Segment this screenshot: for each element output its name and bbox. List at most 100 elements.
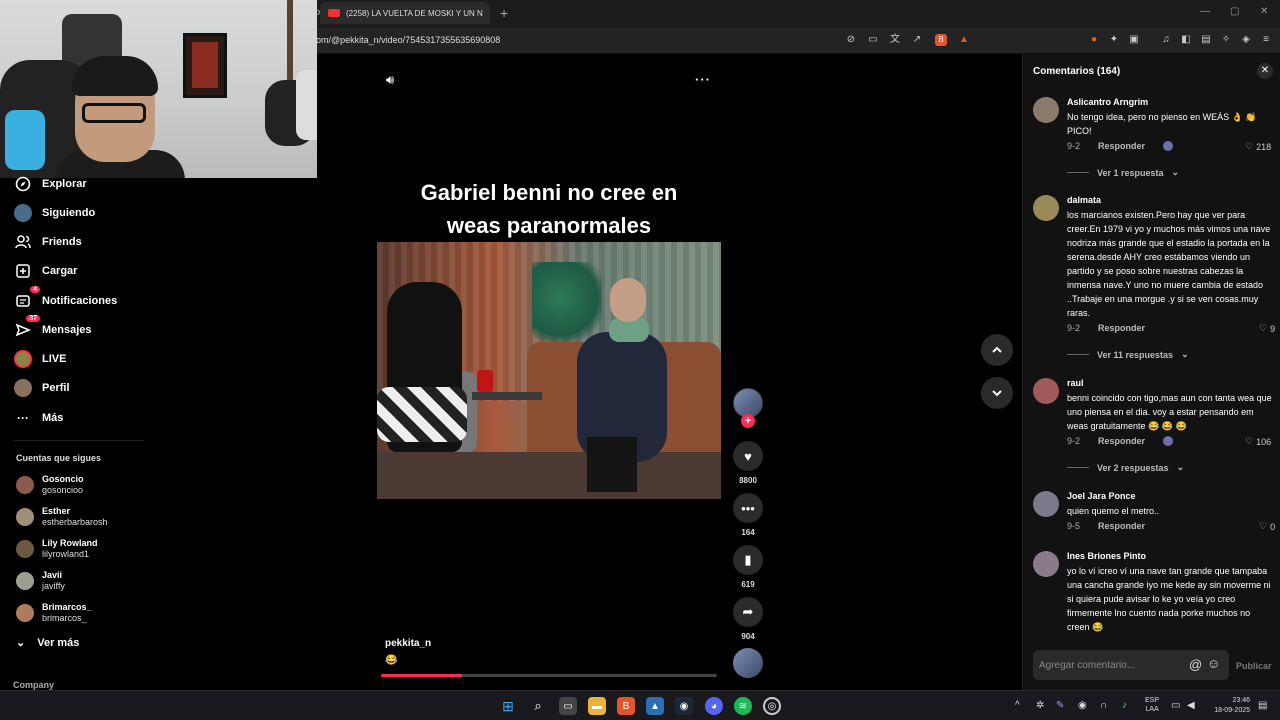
close-comments-button[interactable]: ✕ — [1257, 63, 1273, 79]
following-account[interactable]: Brimarcos_ brimarcos_ — [16, 602, 92, 624]
menu-icon[interactable]: ≡ — [1260, 34, 1272, 46]
minimize-icon[interactable]: — — [1200, 6, 1210, 17]
comment-button[interactable]: ••• — [733, 493, 763, 523]
spotify-icon[interactable]: ≋ — [734, 697, 752, 715]
previous-video-button[interactable] — [981, 334, 1013, 366]
comment-author[interactable]: Ines Briones Pinto — [1067, 551, 1146, 561]
maximize-icon[interactable]: ▢ — [1230, 6, 1239, 17]
sidebar-item-mas[interactable]: ··· Más — [14, 407, 63, 429]
brave-shield-icon[interactable]: B — [935, 34, 947, 46]
video-frame[interactable] — [377, 242, 721, 499]
cast-icon[interactable]: ▭ — [867, 34, 879, 46]
browser-tab[interactable]: (2258) LA VUELTA DE MOSKI Y UN N — [320, 2, 490, 24]
reply-button[interactable]: Responder — [1098, 323, 1145, 333]
tray-headset-icon[interactable]: ∩ — [1100, 700, 1107, 711]
follow-plus-icon[interactable]: + — [741, 414, 755, 428]
comments-panel: Comentarios (164) ✕ Aslicantro Arngrim N… — [1022, 54, 1280, 690]
post-comment-button[interactable]: Publicar — [1236, 661, 1272, 671]
sidebar-icon[interactable]: ◧ — [1180, 34, 1192, 46]
screenshot-icon[interactable]: ▣ — [1128, 34, 1140, 46]
mention-icon[interactable]: @ — [1189, 657, 1202, 672]
sidebar-item-live[interactable]: LIVE — [14, 348, 66, 370]
photos-icon[interactable]: ▲ — [646, 697, 664, 715]
video-author[interactable]: pekkita_n — [385, 638, 431, 649]
sidebar-item-friends[interactable]: Friends — [14, 231, 82, 253]
share-icon[interactable]: ↗ — [911, 34, 923, 46]
comment-like-button[interactable]: ♡ 0 — [1259, 521, 1275, 532]
flame-icon[interactable]: ● — [1088, 34, 1100, 46]
vpn-icon[interactable]: ◈ — [1240, 34, 1252, 46]
leo-icon[interactable]: ✧ — [1220, 34, 1232, 46]
more-options-icon[interactable]: ··· — [695, 72, 711, 87]
notification-center-icon[interactable]: ▤ — [1258, 700, 1267, 711]
brave-rewards-icon[interactable]: ▲ — [958, 34, 970, 46]
steam-icon[interactable]: ◉ — [675, 697, 693, 715]
discord-icon[interactable]: ◕ — [705, 697, 723, 715]
search-icon[interactable]: ⌕ — [529, 697, 547, 715]
following-account[interactable]: Javii javiffy — [16, 570, 65, 592]
avatar[interactable] — [1033, 97, 1059, 123]
comment-author[interactable]: Aslicantro Arngrim — [1067, 97, 1148, 107]
comment-author[interactable]: Joel Jara Ponce — [1067, 491, 1136, 501]
comment-input-box[interactable]: @ ☺ — [1033, 650, 1229, 680]
reply-button[interactable]: Responder — [1098, 436, 1145, 446]
comment-like-button[interactable]: ♡ 218 — [1245, 141, 1271, 152]
comment-like-button[interactable]: ♡ 9 — [1259, 323, 1275, 334]
translate-icon[interactable]: 文 — [889, 34, 901, 46]
network-icon[interactable]: ▭ — [1171, 700, 1180, 711]
following-account[interactable]: Esther estherbarbarosh — [16, 506, 108, 528]
share-button[interactable]: ➦ — [733, 597, 763, 627]
sidebar-item-perfil[interactable]: Perfil — [14, 377, 70, 399]
following-account[interactable]: Lily Rowland lilyrowland1 — [16, 538, 98, 560]
sidebar-item-explorar[interactable]: Explorar — [14, 173, 87, 195]
comment-author[interactable]: raul — [1067, 378, 1084, 388]
save-button[interactable]: ▮ — [733, 545, 763, 575]
avatar[interactable] — [1033, 195, 1059, 221]
sidebar-item-mensajes[interactable]: 37 Mensajes — [14, 315, 92, 341]
reply-button[interactable]: Responder — [1098, 521, 1145, 531]
music-icon[interactable]: ♫ — [1160, 34, 1172, 46]
extensions-icon[interactable]: ✦ — [1108, 34, 1120, 46]
url-text[interactable]: om/@pekkita_n/video/7545317355635690808 — [316, 35, 500, 45]
new-tab-icon[interactable]: + — [500, 5, 508, 21]
view-replies-button[interactable]: Ver 2 respuestas ⌄ — [1067, 462, 1184, 473]
sound-avatar[interactable] — [733, 648, 763, 678]
sidebar-item-siguiendo[interactable]: Siguiendo — [14, 202, 95, 224]
next-video-button[interactable] — [981, 377, 1013, 409]
like-button[interactable]: ♥ — [733, 441, 763, 471]
close-window-icon[interactable]: ✕ — [1260, 6, 1268, 17]
tray-mic-icon[interactable]: ♪ — [1122, 700, 1127, 711]
comment-item: Aslicantro Arngrim No tengo idea, pero n… — [1033, 97, 1277, 182]
no-video-icon[interactable]: ⊘ — [845, 34, 857, 46]
tray-app-icon[interactable]: ✲ — [1036, 700, 1044, 711]
avatar[interactable] — [1033, 378, 1059, 404]
tray-pen-icon[interactable]: ✎ — [1056, 700, 1064, 711]
video-progress-bar[interactable] — [381, 674, 717, 677]
brave-browser-icon[interactable]: B — [617, 697, 635, 715]
windows-start-icon[interactable]: ⊞ — [499, 697, 517, 715]
wallet-icon[interactable]: ▤ — [1200, 34, 1212, 46]
comment-like-button[interactable]: ♡ 106 — [1245, 436, 1271, 447]
sidebar-item-notificaciones[interactable]: 4 Notificaciones — [14, 286, 117, 312]
comment-author[interactable]: dalmata — [1067, 195, 1101, 205]
tray-steam-icon[interactable]: ◉ — [1078, 700, 1087, 711]
task-view-icon[interactable]: ▭ — [559, 697, 577, 715]
volume-tray-icon[interactable]: ◀ — [1187, 700, 1195, 711]
sidebar-item-cargar[interactable]: Cargar — [14, 260, 77, 282]
comment-input[interactable] — [1039, 656, 1179, 674]
view-replies-button[interactable]: Ver 11 respuestas ⌄ — [1067, 349, 1189, 360]
see-more-button[interactable]: ⌄ Ver más — [16, 636, 79, 650]
emoji-icon[interactable]: ☺ — [1207, 656, 1220, 671]
obs-icon[interactable]: ◎ — [763, 697, 781, 715]
company-link[interactable]: Company — [13, 680, 54, 690]
avatar[interactable] — [1033, 491, 1059, 517]
view-replies-button[interactable]: Ver 1 respuesta ⌄ — [1067, 167, 1179, 178]
file-explorer-icon[interactable]: ▬ — [588, 697, 606, 715]
avatar[interactable] — [1033, 551, 1059, 577]
reply-button[interactable]: Responder — [1098, 141, 1145, 151]
following-account[interactable]: Gosoncio gosoncioo — [16, 474, 84, 496]
language-indicator[interactable]: ESP LAA — [1145, 696, 1159, 714]
system-clock[interactable]: 23:46 18-09-2025 — [1208, 696, 1250, 716]
volume-icon[interactable]: 🔊︎ — [386, 72, 394, 88]
tray-overflow-icon[interactable]: ^ — [1015, 700, 1020, 711]
